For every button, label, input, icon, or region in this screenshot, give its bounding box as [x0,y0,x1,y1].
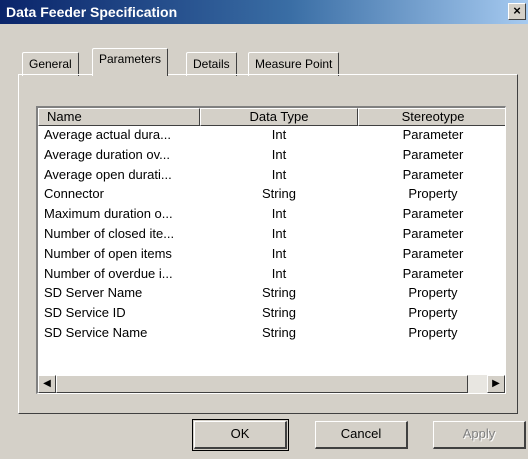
table-row[interactable]: Maximum duration o... Int Parameter [38,205,505,225]
cell-name: Average duration ov... [44,146,170,162]
cell-data-type: Int [271,127,287,142]
cell-name: Number of open items [44,245,172,261]
cell-name: Maximum duration o... [44,206,173,222]
cell-data-type: Int [271,245,287,261]
column-header-name[interactable]: Name [38,108,200,126]
cell-data-type: Int [271,146,287,162]
scrollbar-thumb[interactable] [56,375,468,393]
apply-button[interactable]: Apply [433,421,526,449]
cell-stereotype: Parameter [402,225,464,241]
ok-button[interactable]: OK [192,419,289,451]
table-row[interactable]: Number of open items Int Parameter [38,245,505,265]
cell-stereotype: Property [408,285,458,301]
cell-data-type: String [262,285,296,301]
cell-data-type: String [262,324,296,340]
window-title: Data Feeder Specification [6,4,178,20]
table-row[interactable]: Average open durati... Int Parameter [38,166,505,186]
cell-stereotype: Parameter [402,206,464,222]
table-row[interactable]: Number of overdue i... Int Parameter [38,265,505,285]
table-row[interactable]: Connector String Property [38,185,505,205]
parameters-list[interactable]: Name Data Type Stereotype Average actual… [36,106,506,394]
cell-data-type: Int [271,265,287,281]
title-bar: Data Feeder Specification × [0,0,528,24]
cell-stereotype: Parameter [402,265,464,281]
cell-stereotype: Property [408,324,458,340]
cell-data-type: String [262,305,296,321]
cell-name: Number of overdue i... [44,265,173,281]
table-row[interactable]: SD Service ID String Property [38,304,505,324]
table-row[interactable]: Average actual dura... Int Parameter [38,126,505,146]
column-header-stereotype[interactable]: Stereotype [358,108,505,126]
table-row[interactable]: SD Server Name String Property [38,284,505,304]
cell-name: SD Server Name [44,285,143,301]
cell-name: SD Service ID [44,305,126,321]
scroll-right-icon[interactable]: ▶ [487,375,505,393]
tab-details[interactable]: Details [186,52,237,76]
tab-measure-point[interactable]: Measure Point [248,52,340,76]
cancel-button[interactable]: Cancel [315,421,408,449]
cell-stereotype: Parameter [402,245,464,261]
scroll-left-icon[interactable]: ◀ [38,375,56,393]
cell-data-type: Int [271,206,287,222]
close-button[interactable]: × [508,3,526,20]
cell-name: Average open durati... [44,166,172,182]
tab-general[interactable]: General [22,52,79,76]
cell-stereotype: Parameter [402,166,464,182]
cell-data-type: Int [271,225,287,241]
tab-parameters[interactable]: Parameters [92,48,169,76]
list-rows: Average actual dura... Int Parameter Ave… [38,126,505,344]
table-row[interactable]: Average duration ov... Int Parameter [38,146,505,166]
cell-data-type: Int [271,166,287,182]
cell-stereotype: Property [408,186,458,202]
horizontal-scrollbar[interactable]: ◀ ▶ [38,375,505,393]
table-row[interactable]: Number of closed ite... Int Parameter [38,225,505,245]
cell-name: Average actual dura... [44,127,171,142]
table-row[interactable]: SD Service Name String Property [38,324,505,344]
list-header: Name Data Type Stereotype [38,108,505,126]
cell-name: Connector [44,186,104,202]
cell-name: Number of closed ite... [44,225,175,241]
cell-stereotype: Property [408,305,458,321]
cell-stereotype: Parameter [402,146,464,162]
cell-stereotype: Parameter [402,127,464,142]
cell-data-type: String [262,186,296,202]
column-header-data-type[interactable]: Data Type [200,108,358,126]
cell-name: SD Service Name [44,324,148,340]
